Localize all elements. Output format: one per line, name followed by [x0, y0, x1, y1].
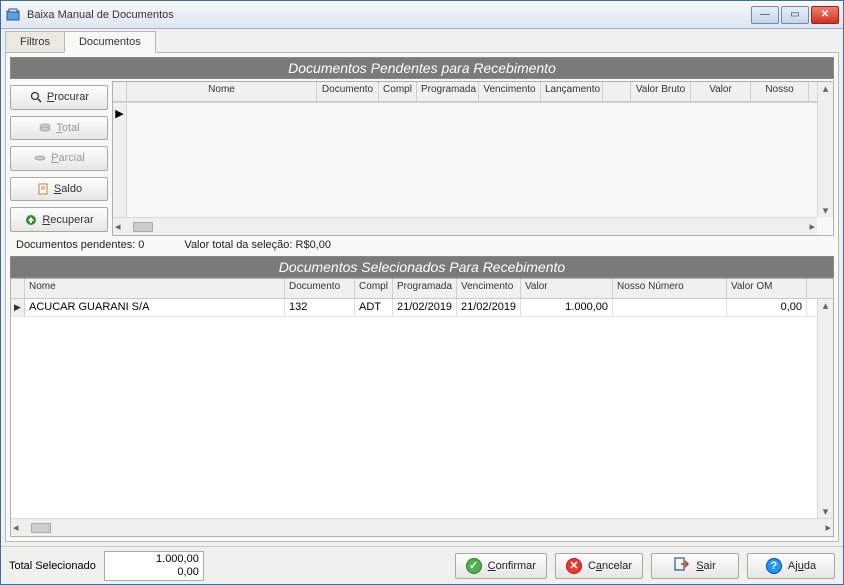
minimize-button[interactable]: — — [751, 6, 779, 24]
total-value: 1.000,00 — [156, 553, 199, 566]
col2-programada[interactable]: Programada — [393, 279, 457, 298]
cancelar-button[interactable]: ✕ Cancelar — [555, 553, 643, 579]
exit-icon — [674, 556, 690, 575]
col2-nome[interactable]: Nome — [25, 279, 285, 298]
saldo-button[interactable]: Saldo — [10, 177, 108, 202]
sair-label: air — [704, 560, 716, 572]
grid-pendentes-header: Nome Documento Compl Programada Vencimen… — [113, 82, 833, 102]
check-icon: ✓ — [466, 558, 482, 574]
col2-documento[interactable]: Documento — [285, 279, 355, 298]
col2-vencimento[interactable]: Vencimento — [457, 279, 521, 298]
ajuda-label: da — [804, 560, 816, 572]
action-sidebar: Procurar Total Parcial Saldo — [10, 81, 108, 236]
procurar-button[interactable]: Procurar — [10, 85, 108, 110]
total-button[interactable]: Total — [10, 116, 108, 141]
cell-valor: 1.000,00 — [521, 299, 613, 316]
col-valor[interactable]: Valor — [691, 82, 751, 101]
docs-pendentes-status: Documentos pendentes: 0 — [16, 239, 144, 251]
titlebar: Baixa Manual de Documentos — ▭ ✕ — [1, 1, 843, 29]
tab-body: Documentos Pendentes para Recebimento Pr… — [5, 52, 839, 542]
grid-pendentes[interactable]: Nome Documento Compl Programada Vencimen… — [112, 81, 834, 236]
footer: Total Selecionado 1.000,00 0,00 ✓ Confir… — [1, 546, 843, 584]
tab-filtros[interactable]: Filtros — [5, 31, 65, 53]
sair-button[interactable]: Sair — [651, 553, 739, 579]
col2-nosso-numero[interactable]: Nosso Número — [613, 279, 727, 298]
confirmar-label: onfirmar — [496, 560, 536, 572]
cancelar-label: ncelar — [602, 560, 632, 572]
cell-valor-om: 0,00 — [727, 299, 807, 316]
maximize-button[interactable]: ▭ — [781, 6, 809, 24]
grid-row-indicator: ▶ — [113, 103, 127, 235]
col2-valor[interactable]: Valor — [521, 279, 613, 298]
close-button[interactable]: ✕ — [811, 6, 839, 24]
grid-selecionados-body: ▶ ACUCAR GUARANI S/A 132 ADT 21/02/2019 … — [11, 299, 833, 518]
valor-total-status: Valor total da seleção: R$0,00 — [184, 239, 331, 251]
section-pendentes-header: Documentos Pendentes para Recebimento — [10, 57, 834, 79]
window: Baixa Manual de Documentos — ▭ ✕ Filtros… — [0, 0, 844, 585]
total-label: otal — [62, 122, 80, 134]
col-lancamento[interactable]: Lançamento — [541, 82, 603, 101]
col-compl[interactable]: Compl — [379, 82, 417, 101]
coins-icon — [38, 121, 52, 135]
col-blank[interactable] — [603, 82, 631, 101]
vertical-scrollbar-2[interactable]: ▴▾ — [817, 299, 833, 518]
recuperar-button[interactable]: Recuperar — [10, 207, 108, 232]
search-icon — [29, 90, 43, 104]
tabs: Filtros Documentos — [5, 31, 839, 53]
recuperar-label: Recuperar — [42, 214, 93, 226]
cell-vencimento: 21/02/2019 — [457, 299, 521, 316]
window-title: Baixa Manual de Documentos — [27, 9, 751, 21]
confirmar-button[interactable]: ✓ Confirmar — [455, 553, 547, 579]
col-programada[interactable]: Programada — [417, 82, 479, 101]
coins-partial-icon — [33, 151, 47, 165]
col-documento[interactable]: Documento — [317, 82, 379, 101]
col-valor-bruto[interactable]: Valor Bruto — [631, 82, 691, 101]
app-icon — [5, 7, 21, 23]
col-nome[interactable]: Nome — [127, 82, 317, 101]
col2-valor-om[interactable]: Valor OM — [727, 279, 807, 298]
cell-programada: 21/02/2019 — [393, 299, 457, 316]
col-vencimento[interactable]: Vencimento — [479, 82, 541, 101]
grid-selecionados-header: Nome Documento Compl Programada Vencimen… — [11, 279, 833, 299]
row-selector-header — [113, 82, 127, 101]
total-selecionado-label: Total Selecionado — [9, 560, 96, 572]
horizontal-scrollbar-2[interactable]: ◂▸ — [11, 518, 833, 536]
grid-pendentes-body: ▶ — [113, 102, 833, 235]
window-buttons: — ▭ ✕ — [751, 6, 839, 24]
total-box: 1.000,00 0,00 — [104, 551, 204, 581]
help-icon: ? — [766, 558, 782, 574]
tab-documentos[interactable]: Documentos — [64, 31, 156, 53]
vertical-scrollbar[interactable]: ▴▾ — [817, 82, 833, 217]
procurar-label: rocurar — [54, 91, 89, 103]
col2-compl[interactable]: Compl — [355, 279, 393, 298]
document-icon — [36, 182, 50, 196]
parcial-button[interactable]: Parcial — [10, 146, 108, 171]
col-nosso[interactable]: Nosso — [751, 82, 809, 101]
cell-documento: 132 — [285, 299, 355, 316]
cell-nosso-numero — [613, 299, 727, 316]
parcial-label: arcial — [59, 152, 85, 164]
current-row-indicator: ▶ — [11, 299, 25, 316]
x-icon: ✕ — [566, 558, 582, 574]
client-area: Filtros Documentos Documentos Pendentes … — [1, 29, 843, 546]
grid-selecionados[interactable]: Nome Documento Compl Programada Vencimen… — [10, 278, 834, 537]
cell-compl: ADT — [355, 299, 393, 316]
arrow-up-icon — [24, 213, 38, 227]
row-selector-header-2 — [11, 279, 25, 298]
section-selecionados-header: Documentos Selecionados Para Recebimento — [10, 256, 834, 278]
cell-nome: ACUCAR GUARANI S/A — [25, 299, 285, 316]
status-line: Documentos pendentes: 0 Valor total da s… — [10, 236, 834, 254]
table-row[interactable]: ▶ ACUCAR GUARANI S/A 132 ADT 21/02/2019 … — [11, 299, 833, 317]
ajuda-button[interactable]: ? Ajuda — [747, 553, 835, 579]
saldo-label: aldo — [61, 183, 82, 195]
pendentes-row: Procurar Total Parcial Saldo — [10, 81, 834, 236]
total-sub: 0,00 — [177, 566, 198, 579]
section-selecionados: Documentos Selecionados Para Recebimento… — [10, 256, 834, 537]
horizontal-scrollbar[interactable]: ◂▸ — [113, 217, 817, 235]
